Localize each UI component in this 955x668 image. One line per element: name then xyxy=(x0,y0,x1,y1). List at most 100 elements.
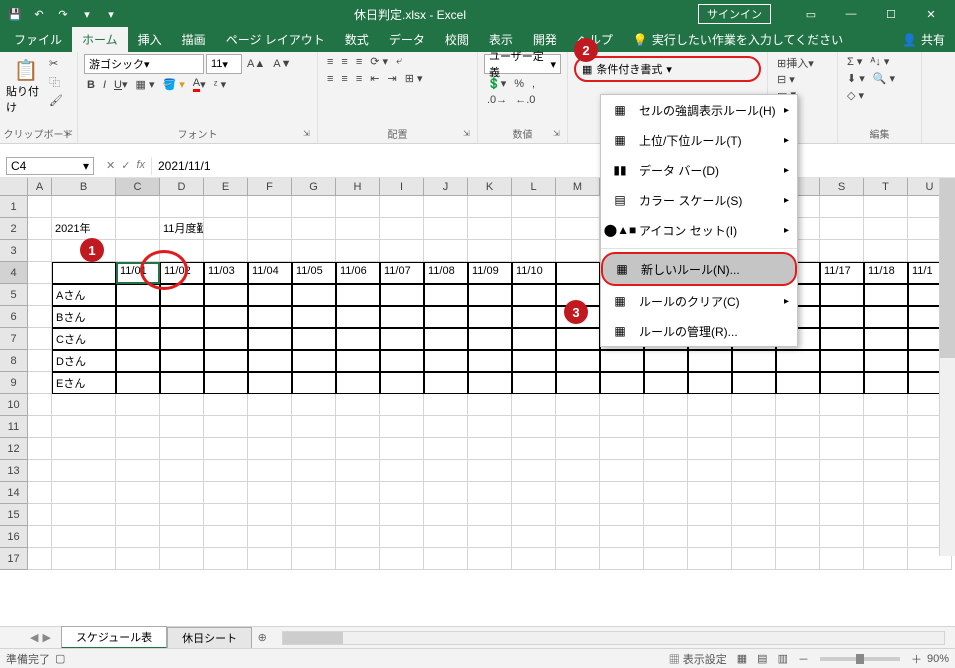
minimize-icon[interactable]: — xyxy=(831,0,871,28)
font-color-icon[interactable]: A ▾ xyxy=(190,76,209,93)
zoom-slider-thumb[interactable] xyxy=(856,654,864,664)
zoom-out-button[interactable]: － xyxy=(793,651,814,667)
cell[interactable] xyxy=(292,416,336,438)
cf-topbottom-rules[interactable]: ▦上位/下位ルール(T)▸ xyxy=(601,125,797,155)
cell[interactable] xyxy=(820,504,864,526)
cell[interactable] xyxy=(644,416,688,438)
cf-iconset[interactable]: ⬤▲■アイコン セット(I)▸ xyxy=(601,215,797,245)
cell[interactable] xyxy=(248,460,292,482)
zoom-in-button[interactable]: ＋ xyxy=(906,651,927,667)
fill-icon[interactable]: ⬇ ▾ xyxy=(844,71,868,86)
cell[interactable] xyxy=(864,504,908,526)
cell[interactable] xyxy=(424,372,468,394)
insert-cells-button[interactable]: ⊞ 挿入 ▾ xyxy=(774,54,831,72)
cell[interactable] xyxy=(204,394,248,416)
sheet-tab-schedule[interactable]: スケジュール表 xyxy=(61,626,167,649)
cell[interactable] xyxy=(380,372,424,394)
cell[interactable] xyxy=(512,526,556,548)
zoom-slider[interactable] xyxy=(820,657,900,661)
add-sheet-button[interactable]: ⊕ xyxy=(252,631,272,644)
sort-filter-icon[interactable]: ᴬ↓ ▾ xyxy=(867,54,892,69)
find-icon[interactable]: 🔍 ▾ xyxy=(870,71,898,86)
align-center-icon[interactable]: ≡ xyxy=(338,72,350,86)
cell[interactable] xyxy=(424,438,468,460)
number-launcher-icon[interactable]: ⇲ xyxy=(553,129,563,139)
cf-colorscale[interactable]: ▤カラー スケール(S)▸ xyxy=(601,185,797,215)
cell[interactable] xyxy=(292,218,336,240)
cell[interactable] xyxy=(512,438,556,460)
cell[interactable] xyxy=(512,240,556,262)
cell[interactable] xyxy=(116,438,160,460)
cell[interactable] xyxy=(776,504,820,526)
orientation-icon[interactable]: ⟳ ▾ xyxy=(367,54,391,69)
cell[interactable] xyxy=(248,240,292,262)
cell[interactable] xyxy=(644,438,688,460)
merge-icon[interactable]: ⊞ ▾ xyxy=(402,71,426,86)
cell[interactable] xyxy=(600,416,644,438)
tell-me-box[interactable]: 💡実行したい作業を入力してください xyxy=(623,27,892,52)
vertical-scrollbar[interactable] xyxy=(939,178,955,556)
cell[interactable] xyxy=(820,416,864,438)
cell[interactable] xyxy=(336,240,380,262)
column-header[interactable]: J xyxy=(424,178,468,195)
cell[interactable] xyxy=(688,504,732,526)
cell[interactable] xyxy=(248,416,292,438)
cell[interactable] xyxy=(776,372,820,394)
cell[interactable] xyxy=(380,548,424,570)
conditional-format-button[interactable]: ▦ 条件付き書式 ▾ xyxy=(574,56,761,82)
percent-icon[interactable]: % xyxy=(511,77,527,91)
cell[interactable] xyxy=(380,416,424,438)
cell[interactable] xyxy=(28,306,52,328)
row-header[interactable]: 10 xyxy=(0,394,28,416)
cell[interactable] xyxy=(468,218,512,240)
cell[interactable] xyxy=(512,460,556,482)
tab-formulas[interactable]: 数式 xyxy=(335,27,379,52)
cell[interactable] xyxy=(424,526,468,548)
cell[interactable] xyxy=(556,482,600,504)
cell[interactable] xyxy=(556,372,600,394)
cell[interactable] xyxy=(28,196,52,218)
column-header[interactable]: L xyxy=(512,178,556,195)
cell[interactable] xyxy=(600,482,644,504)
cell[interactable] xyxy=(600,504,644,526)
row-header[interactable]: 4 xyxy=(0,262,28,284)
cell[interactable] xyxy=(820,350,864,372)
cell[interactable] xyxy=(512,416,556,438)
cell[interactable] xyxy=(556,416,600,438)
indent-inc-icon[interactable]: ⇥ xyxy=(384,71,399,86)
zoom-level[interactable]: 90% xyxy=(927,653,949,665)
paste-button[interactable]: 📋 貼り付け xyxy=(6,54,46,114)
cell[interactable] xyxy=(556,460,600,482)
cell[interactable] xyxy=(424,460,468,482)
cell[interactable] xyxy=(864,240,908,262)
cell[interactable] xyxy=(292,240,336,262)
cell[interactable] xyxy=(28,504,52,526)
cell[interactable] xyxy=(116,196,160,218)
cell[interactable] xyxy=(116,350,160,372)
cell[interactable] xyxy=(28,482,52,504)
cell[interactable] xyxy=(424,328,468,350)
row-header[interactable]: 6 xyxy=(0,306,28,328)
cell[interactable] xyxy=(380,240,424,262)
column-header[interactable]: E xyxy=(204,178,248,195)
cell[interactable] xyxy=(512,218,556,240)
cell[interactable] xyxy=(248,504,292,526)
cell[interactable] xyxy=(732,460,776,482)
cell[interactable] xyxy=(468,526,512,548)
row-header[interactable]: 13 xyxy=(0,460,28,482)
cell[interactable] xyxy=(160,504,204,526)
cell[interactable] xyxy=(776,394,820,416)
cell[interactable] xyxy=(336,504,380,526)
cell[interactable] xyxy=(468,504,512,526)
grow-font-icon[interactable]: A▲ xyxy=(244,57,268,71)
cell[interactable] xyxy=(468,350,512,372)
cell[interactable] xyxy=(28,240,52,262)
cell[interactable] xyxy=(512,548,556,570)
align-launcher-icon[interactable]: ⇲ xyxy=(463,129,473,139)
autosum-icon[interactable]: Σ ▾ xyxy=(844,54,865,69)
cell[interactable] xyxy=(644,460,688,482)
redo-icon[interactable]: ↷ xyxy=(52,3,74,25)
cell[interactable] xyxy=(28,416,52,438)
column-header[interactable]: C xyxy=(116,178,160,195)
cell[interactable] xyxy=(468,372,512,394)
